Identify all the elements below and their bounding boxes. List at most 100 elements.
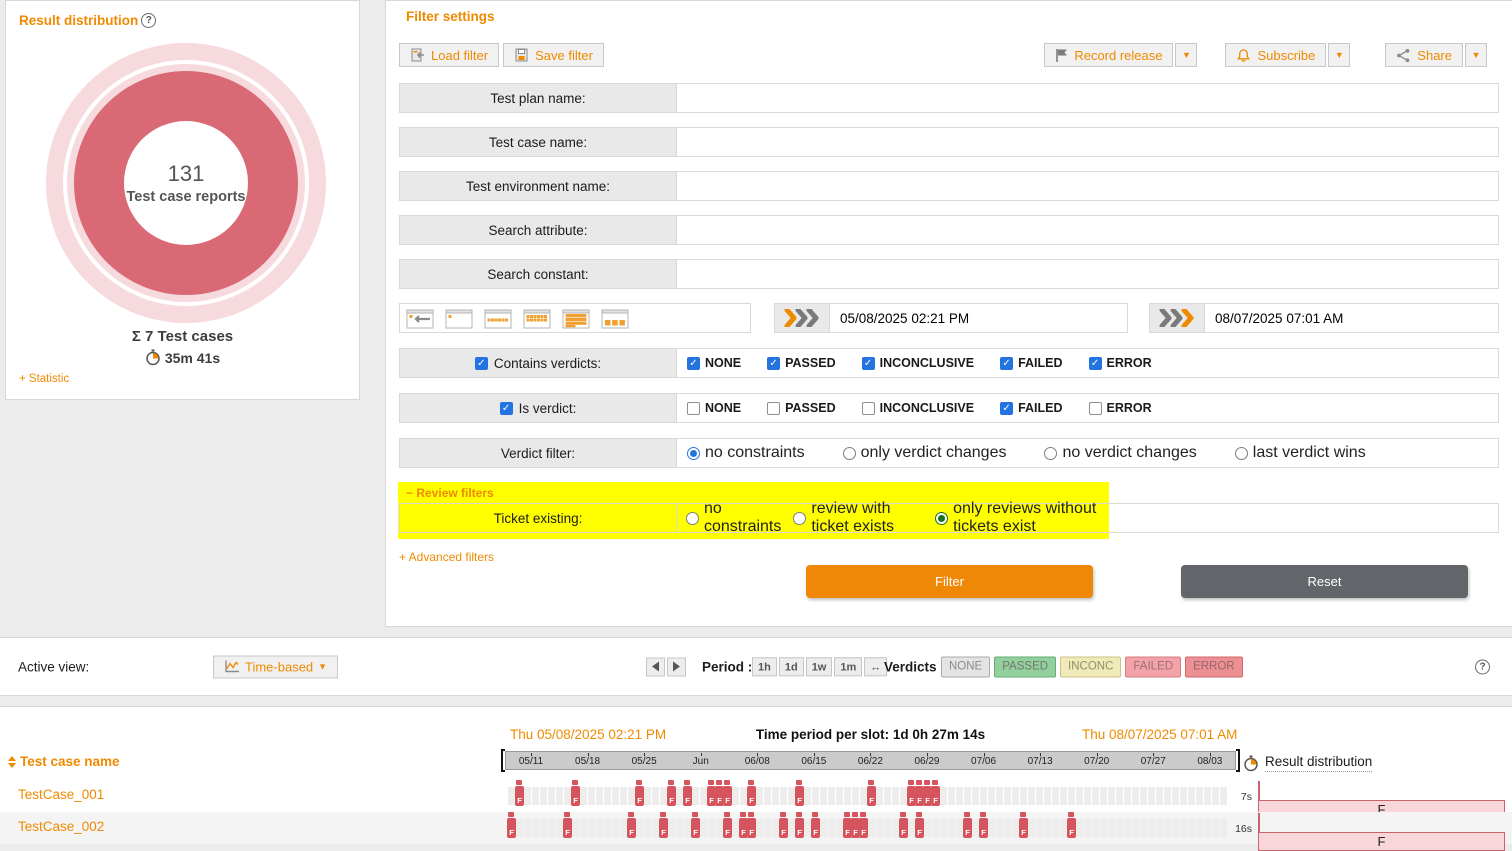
fail-marker[interactable]: F: [868, 787, 875, 805]
checkbox[interactable]: ✓: [862, 357, 875, 370]
radio-option[interactable]: no constraints: [686, 500, 781, 536]
radio[interactable]: [793, 512, 806, 525]
verdict-option[interactable]: ✓ERROR: [1089, 356, 1152, 370]
contains-verdicts-checkbox[interactable]: ✓: [475, 357, 488, 370]
verdict-option[interactable]: ✓PASSED: [767, 356, 835, 370]
date-to-input[interactable]: [1205, 311, 1498, 326]
verdict-option[interactable]: ✓FAILED: [1000, 401, 1062, 415]
calendar-month-icon[interactable]: [562, 307, 590, 329]
radio[interactable]: [1235, 447, 1248, 460]
search-attribute-input[interactable]: [677, 216, 1498, 244]
is-verdict-checkbox[interactable]: ✓: [500, 402, 513, 415]
fail-marker[interactable]: F: [908, 787, 915, 805]
calendar-quarter-icon[interactable]: [601, 307, 629, 329]
radio-option[interactable]: no verdict changes: [1044, 444, 1196, 462]
verdict-option[interactable]: INCONCLUSIVE: [862, 401, 974, 415]
fail-marker[interactable]: F: [924, 787, 931, 805]
fail-marker[interactable]: F: [1068, 819, 1075, 837]
fail-marker[interactable]: F: [716, 787, 723, 805]
filter-button[interactable]: Filter: [806, 565, 1093, 598]
checkbox[interactable]: ✓: [1089, 357, 1102, 370]
verdict-badge-passed[interactable]: PASSED: [994, 656, 1056, 677]
subscribe-dropdown-arrow[interactable]: ▼: [1328, 43, 1350, 67]
verdict-badge-failed[interactable]: FAILED: [1125, 656, 1181, 677]
radio-option[interactable]: no constraints: [687, 444, 805, 462]
checkbox[interactable]: [862, 402, 875, 415]
period-prev-button[interactable]: [646, 657, 665, 676]
date-to-chevrons[interactable]: [1150, 304, 1205, 332]
advanced-filters-link[interactable]: + Advanced filters: [399, 550, 494, 564]
fail-marker[interactable]: F: [684, 787, 691, 805]
statistic-link[interactable]: + Statistic: [19, 373, 69, 385]
fail-marker[interactable]: F: [748, 819, 755, 837]
fail-marker[interactable]: F: [844, 819, 851, 837]
fail-marker[interactable]: F: [812, 819, 819, 837]
verdict-option[interactable]: ERROR: [1089, 401, 1152, 415]
checkbox[interactable]: [687, 402, 700, 415]
record-release-dropdown-arrow[interactable]: ▼: [1175, 43, 1197, 67]
fail-marker[interactable]: F: [628, 819, 635, 837]
save-filter-button[interactable]: Save filter: [503, 43, 604, 67]
verdict-option[interactable]: NONE: [687, 401, 741, 415]
period-button-1w[interactable]: 1w: [806, 657, 833, 676]
fail-marker[interactable]: F: [1020, 819, 1027, 837]
radio[interactable]: [686, 512, 699, 525]
share-dropdown-arrow[interactable]: ▼: [1465, 43, 1487, 67]
fail-marker[interactable]: F: [724, 787, 731, 805]
radio-option[interactable]: last verdict wins: [1235, 444, 1366, 462]
test-case-name-input[interactable]: [677, 128, 1498, 156]
result-distribution-bar[interactable]: F: [1258, 814, 1505, 851]
radio[interactable]: [935, 512, 948, 525]
fail-marker[interactable]: F: [860, 819, 867, 837]
test-plan-name-input[interactable]: [677, 84, 1498, 112]
verdict-badge-error[interactable]: ERROR: [1185, 656, 1243, 677]
help-icon[interactable]: ?: [1475, 659, 1490, 674]
verdict-option[interactable]: ✓INCONCLUSIVE: [862, 356, 974, 370]
fail-marker[interactable]: F: [668, 787, 675, 805]
radio[interactable]: [687, 447, 700, 460]
fail-marker[interactable]: F: [636, 787, 643, 805]
fail-marker[interactable]: F: [748, 787, 755, 805]
checkbox[interactable]: ✓: [1000, 402, 1013, 415]
period-button-1m[interactable]: 1m: [834, 657, 862, 676]
fail-marker[interactable]: F: [852, 819, 859, 837]
fail-marker[interactable]: F: [708, 787, 715, 805]
fail-marker[interactable]: F: [564, 819, 571, 837]
period-next-button[interactable]: [667, 657, 686, 676]
checkbox[interactable]: ✓: [1000, 357, 1013, 370]
fail-marker[interactable]: F: [916, 819, 923, 837]
verdict-badge-inconc[interactable]: INCONC: [1060, 656, 1121, 677]
calendar-day-icon[interactable]: [445, 307, 473, 329]
checkbox[interactable]: ✓: [687, 357, 700, 370]
period-button-1h[interactable]: 1h: [752, 657, 777, 676]
period-button-1d[interactable]: 1d: [779, 657, 804, 676]
fail-marker[interactable]: F: [692, 819, 699, 837]
fail-marker[interactable]: F: [916, 787, 923, 805]
fail-marker[interactable]: F: [980, 819, 987, 837]
date-from-chevrons[interactable]: [775, 304, 830, 332]
view-selector-button[interactable]: Time-based ▼: [213, 655, 338, 678]
help-icon[interactable]: ?: [141, 13, 156, 28]
search-constant-input[interactable]: [677, 260, 1498, 288]
calendar-week-icon[interactable]: [484, 307, 512, 329]
timeline-scale[interactable]: 05/1105/1805/25Jun06/0806/1506/2206/2907…: [505, 751, 1236, 770]
load-filter-button[interactable]: Load filter: [399, 43, 499, 67]
radio[interactable]: [843, 447, 856, 460]
fail-marker[interactable]: F: [796, 787, 803, 805]
share-button[interactable]: Share: [1385, 43, 1463, 67]
fail-marker[interactable]: F: [724, 819, 731, 837]
test-case-link[interactable]: TestCase_002: [18, 819, 104, 834]
fail-marker[interactable]: F: [780, 819, 787, 837]
fail-marker[interactable]: F: [932, 787, 939, 805]
record-release-button[interactable]: Record release: [1044, 43, 1173, 67]
calendar-goto-date-icon[interactable]: [406, 307, 434, 329]
fail-marker[interactable]: F: [516, 787, 523, 805]
fail-marker[interactable]: F: [572, 787, 579, 805]
checkbox[interactable]: [1089, 402, 1102, 415]
test-case-link[interactable]: TestCase_001: [18, 787, 104, 802]
verdict-badge-none[interactable]: NONE: [941, 656, 990, 677]
test-environment-name-input[interactable]: [677, 172, 1498, 200]
review-filters-toggle[interactable]: − Review filters: [406, 486, 494, 500]
fail-marker[interactable]: F: [964, 819, 971, 837]
fail-marker[interactable]: F: [796, 819, 803, 837]
